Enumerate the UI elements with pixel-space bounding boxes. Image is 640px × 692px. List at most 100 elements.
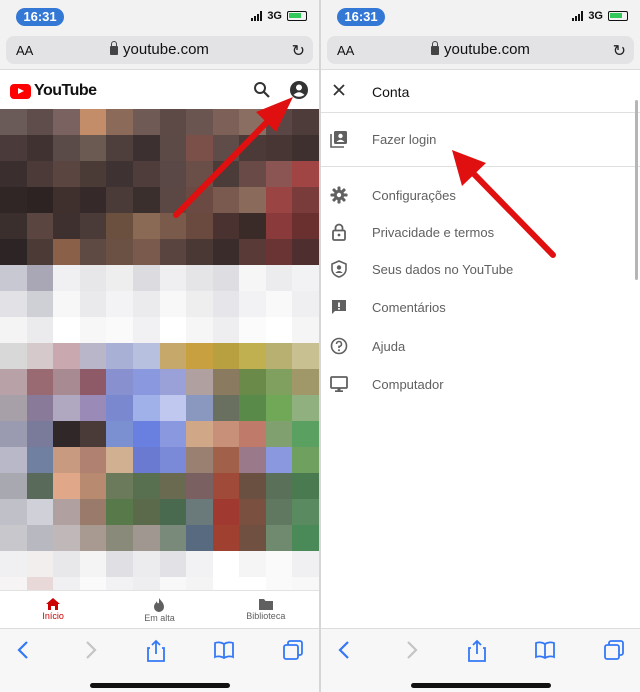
thumbnail-pixel <box>159 343 187 369</box>
url-text: youtube.com <box>123 41 209 58</box>
thumbnail-pixel <box>26 135 54 161</box>
folder-icon <box>258 599 273 610</box>
tab-trending[interactable]: Em alta <box>106 591 212 628</box>
status-time: 16:31 <box>16 8 64 26</box>
account-menu-title: Conta <box>372 84 410 100</box>
share-icon[interactable] <box>467 639 487 663</box>
thumbnail-pixel <box>132 291 160 317</box>
thumbnail-pixel <box>265 421 293 447</box>
bookmarks-icon[interactable] <box>534 639 556 661</box>
share-icon[interactable] <box>146 639 166 663</box>
thumbnail-pixel <box>53 473 80 499</box>
thumbnail-pixel <box>292 551 319 577</box>
pixelated-thumbnails <box>0 109 319 590</box>
thumbnail-pixel <box>159 421 187 447</box>
thumbnail-pixel <box>26 343 54 369</box>
thumbnail-pixel <box>106 109 133 135</box>
thumbnail-pixel <box>239 395 266 421</box>
thumbnail-pixel <box>79 421 107 447</box>
menu-scrollbar[interactable] <box>635 100 638 280</box>
thumbnail-pixel <box>53 577 80 590</box>
thumbnail-pixel <box>106 291 133 317</box>
back-icon[interactable] <box>14 639 34 661</box>
thumbnail-pixel <box>159 317 187 343</box>
thumbnail-pixel <box>0 239 27 265</box>
thumbnail-pixel <box>132 577 160 590</box>
thumbnail-pixel <box>106 551 133 577</box>
thumbnail-pixel <box>26 239 54 265</box>
account-menu-header: Conta <box>321 71 640 113</box>
safari-toolbar <box>321 628 640 692</box>
thumbnail-pixel <box>186 187 213 213</box>
menu-item-your-data[interactable]: Seus dados no YouTube <box>321 252 640 288</box>
thumbnail-pixel <box>159 499 187 525</box>
thumbnail-pixel <box>0 551 27 577</box>
thumbnail-pixel <box>79 343 107 369</box>
menu-item-your-data-label: Seus dados no YouTube <box>372 262 514 277</box>
thumbnail-pixel <box>265 473 293 499</box>
thumbnail-pixel <box>186 343 213 369</box>
menu-item-privacy[interactable]: Privacidade e termos <box>321 215 640 251</box>
tab-home[interactable]: Início <box>0 591 106 628</box>
menu-item-feedback[interactable]: Comentários <box>321 290 640 326</box>
thumbnail-pixel <box>239 135 266 161</box>
youtube-play-icon <box>10 83 31 99</box>
menu-item-desktop[interactable]: Computador <box>321 367 640 403</box>
thumbnail-pixel <box>132 473 160 499</box>
thumbnail-pixel <box>79 109 107 135</box>
close-icon[interactable] <box>331 82 347 98</box>
account-icon[interactable] <box>289 80 309 100</box>
thumbnail-pixel <box>53 551 80 577</box>
thumbnail-pixel <box>239 369 266 395</box>
thumbnail-pixel <box>292 265 319 291</box>
thumbnail-pixel <box>292 395 319 421</box>
thumbnail-pixel <box>132 239 160 265</box>
thumbnail-pixel <box>239 317 266 343</box>
thumbnail-pixel <box>159 525 187 551</box>
thumbnail-pixel <box>26 265 54 291</box>
video-feed-thumbnails[interactable] <box>0 109 319 590</box>
thumbnail-pixel <box>159 161 187 187</box>
thumbnail-pixel <box>186 135 213 161</box>
thumbnail-pixel <box>159 109 187 135</box>
address-bar[interactable]: AA youtube.com ↻ <box>327 36 634 64</box>
thumbnail-pixel <box>106 265 133 291</box>
address-bar[interactable]: AA youtube.com ↻ <box>6 36 313 64</box>
thumbnail-pixel <box>79 473 107 499</box>
thumbnail-pixel <box>79 525 107 551</box>
bookmarks-icon[interactable] <box>213 639 235 661</box>
thumbnail-pixel <box>53 343 80 369</box>
thumbnail-pixel <box>0 525 27 551</box>
reload-icon[interactable]: ↻ <box>292 41 305 61</box>
thumbnail-pixel <box>159 369 187 395</box>
reload-icon[interactable]: ↻ <box>613 41 626 61</box>
sign-in-item[interactable]: Fazer login <box>321 122 640 158</box>
menu-item-settings[interactable]: Configurações <box>321 178 640 214</box>
thumbnail-pixel <box>106 317 133 343</box>
thumbnail-pixel <box>0 187 27 213</box>
thumbnail-pixel <box>106 239 133 265</box>
forward-icon[interactable] <box>80 639 100 661</box>
tabs-icon[interactable] <box>282 639 304 661</box>
menu-item-help[interactable]: Ajuda <box>321 329 640 365</box>
thumbnail-pixel <box>292 421 319 447</box>
thumbnail-pixel <box>292 135 319 161</box>
youtube-account-menu-screen: 16:31 3G AA youtube.com ↻ Conta Fazer lo… <box>321 0 640 692</box>
tab-library[interactable]: Biblioteca <box>213 591 319 628</box>
search-icon[interactable] <box>253 81 271 99</box>
thumbnail-pixel <box>212 239 240 265</box>
thumbnail-pixel <box>26 395 54 421</box>
youtube-logo-text: YouTube <box>34 82 97 99</box>
thumbnail-pixel <box>265 317 293 343</box>
back-icon[interactable] <box>335 639 355 661</box>
thumbnail-pixel <box>212 473 240 499</box>
youtube-logo[interactable]: YouTube <box>10 82 97 100</box>
tabs-icon[interactable] <box>603 639 625 661</box>
menu-item-feedback-label: Comentários <box>372 300 446 315</box>
thumbnail-pixel <box>132 447 160 473</box>
thumbnail-pixel <box>106 525 133 551</box>
forward-icon[interactable] <box>401 639 421 661</box>
thumbnail-pixel <box>239 213 266 239</box>
thumbnail-pixel <box>53 187 80 213</box>
thumbnail-pixel <box>132 551 160 577</box>
